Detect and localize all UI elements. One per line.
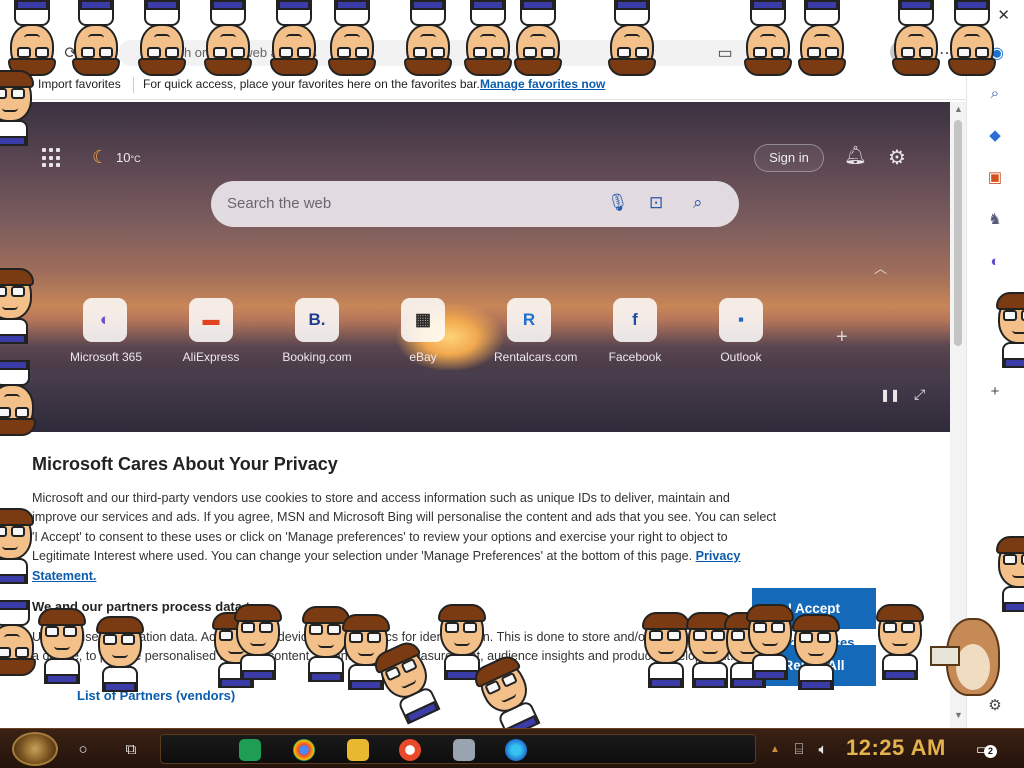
cartoon-character — [884, 0, 946, 76]
shopping-tag-icon[interactable]: ◆ — [984, 124, 1006, 146]
quick-link-icon: R — [507, 298, 551, 342]
scrollbar-thumb[interactable] — [954, 120, 962, 346]
privacy-title: Microsoft Cares About Your Privacy — [32, 454, 338, 474]
new-tab-hero: ☾ 10°C Sign in 🔔︎ ⚙ Search the web 🎙︎ ⊡ … — [0, 102, 950, 432]
read-aloud-icon[interactable]: ▭ — [714, 42, 736, 64]
page-settings-icon[interactable]: ⚙ — [888, 145, 906, 170]
search-circle-icon[interactable]: ○ — [72, 738, 94, 760]
import-favorites-button[interactable]: Import favorites — [38, 77, 121, 91]
search-icon[interactable]: ⌕ — [984, 82, 1006, 104]
cartoon-character — [196, 0, 258, 76]
expand-icon[interactable]: ⤢ — [914, 386, 925, 403]
moon-weather-icon[interactable]: ☾ — [92, 147, 108, 168]
apps-launcher-icon[interactable] — [42, 148, 62, 168]
quick-link-tile[interactable]: R Rentalcars.com — [494, 298, 578, 364]
browser-icon[interactable] — [399, 739, 421, 761]
quick-link-label: Rentalcars.com — [494, 350, 578, 364]
cartoon-character — [790, 0, 852, 76]
cartoon-character — [64, 0, 126, 76]
quick-link-icon: ▦ — [401, 298, 445, 342]
volume-muted-icon[interactable]: 🔈︎ — [812, 738, 834, 760]
cartoon-character — [396, 0, 458, 76]
notifications-bell-icon[interactable]: 🔔︎ — [844, 145, 867, 166]
sea-background — [0, 370, 950, 432]
cartoon-character — [228, 604, 290, 680]
cartoon-character — [0, 70, 42, 146]
pinned-apps-tray — [160, 734, 756, 764]
pause-background-icon[interactable]: ❚❚ — [880, 388, 900, 402]
quick-link-label: Microsoft 365 — [70, 350, 143, 364]
cartoon-character — [786, 614, 848, 690]
quick-link-icon: ▬ — [189, 298, 233, 342]
taskbar: ○ ⧉ ▲ ⌸ 🔈︎ 12:25 AM ▭ 2 — [0, 728, 1024, 768]
quick-link-label: AliExpress — [182, 350, 240, 364]
cartoon-character — [990, 536, 1024, 612]
visual-search-icon[interactable]: ⊡ — [649, 193, 663, 213]
favorites-hint: For quick access, place your favorites h… — [143, 77, 480, 91]
taskbar-clock[interactable]: 12:25 AM — [846, 735, 946, 761]
cartoon-character — [990, 292, 1024, 368]
quick-link-label: Booking.com — [282, 350, 352, 364]
manage-favorites-link[interactable]: Manage favorites now — [480, 77, 605, 91]
start-button[interactable] — [12, 732, 58, 766]
quick-link-tile[interactable]: ▦ eBay — [388, 298, 458, 364]
edge-icon[interactable] — [505, 739, 527, 761]
cartoon-character — [32, 608, 94, 684]
cartoon-character — [0, 360, 42, 436]
privacy-body: Microsoft and our third-party vendors us… — [32, 491, 777, 583]
quick-link-label: Facebook — [608, 350, 662, 364]
weather-temperature[interactable]: 10°C — [116, 150, 141, 165]
quick-link-icon: f — [613, 298, 657, 342]
quick-link-tile[interactable]: ▬ AliExpress — [176, 298, 246, 364]
cartoon-character — [0, 268, 42, 344]
quick-link-icon: ▪ — [719, 298, 763, 342]
add-sidebar-app-icon[interactable]: + — [984, 380, 1006, 402]
quick-link-icon: ◐ — [83, 298, 127, 342]
web-search-box[interactable]: Search the web 🎙︎ ⊡ ⌕ — [211, 181, 739, 227]
cartoon-character — [736, 0, 798, 76]
quick-link-tile[interactable]: f Facebook — [600, 298, 670, 364]
collapse-chevron-icon[interactable]: ︿ — [874, 258, 887, 277]
reading-hamster-mascot — [930, 604, 1006, 700]
scroll-down-arrow-icon[interactable]: ▼ — [954, 710, 963, 720]
cartoon-character — [320, 0, 382, 76]
notification-count-badge: 2 — [984, 745, 997, 758]
tools-icon[interactable]: ▣ — [984, 166, 1006, 188]
cartoon-character — [870, 604, 932, 680]
quick-link-label: eBay — [409, 350, 437, 364]
file-explorer-icon[interactable] — [347, 739, 369, 761]
favorites-divider — [133, 77, 134, 93]
cartoon-character — [940, 0, 1002, 76]
quick-link-tile[interactable]: ◐ Microsoft 365 — [70, 298, 143, 364]
network-icon[interactable]: ⌸ — [788, 738, 810, 760]
cartoon-character — [0, 0, 62, 76]
quick-link-label: Outlook — [720, 350, 762, 364]
microphone-icon[interactable]: 🎙︎ — [607, 193, 629, 213]
cartoon-character — [262, 0, 324, 76]
cartoon-character — [600, 0, 662, 76]
search-placeholder: Search the web — [227, 195, 332, 212]
cartoon-character — [506, 0, 568, 76]
task-view-icon[interactable]: ⧉ — [120, 738, 142, 760]
microsoft-365-icon[interactable]: ◐ — [984, 250, 1006, 272]
sheets-icon[interactable] — [239, 739, 261, 761]
search-icon[interactable]: ⌕ — [693, 193, 703, 213]
cartoon-character — [90, 616, 152, 692]
chrome-icon[interactable] — [293, 739, 315, 761]
scroll-up-arrow-icon[interactable]: ▲ — [954, 104, 963, 114]
games-icon[interactable]: ♞ — [984, 208, 1006, 230]
quick-link-tile[interactable]: ▪ Outlook — [706, 298, 776, 364]
sign-in-button[interactable]: Sign in — [754, 144, 824, 172]
quick-link-icon: B. — [295, 298, 339, 342]
cartoon-character — [0, 508, 42, 584]
device-icon[interactable] — [453, 739, 475, 761]
show-hidden-icons-icon[interactable]: ▲ — [764, 738, 786, 760]
add-quick-link-icon[interactable]: + — [836, 326, 848, 349]
quick-link-tile[interactable]: B. Booking.com — [282, 298, 352, 364]
cartoon-character — [130, 0, 192, 76]
